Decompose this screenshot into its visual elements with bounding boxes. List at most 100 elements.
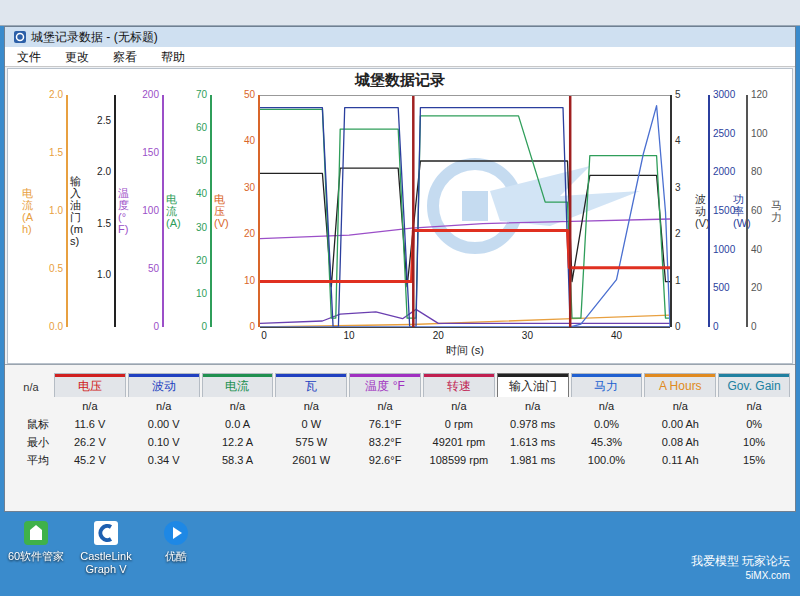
x-axis-tick: 20 bbox=[433, 330, 444, 342]
chart-title: 城堡数据记录 bbox=[8, 69, 792, 91]
castle-link-icon bbox=[91, 518, 121, 548]
axis-tick: 2500 bbox=[713, 128, 735, 140]
stats-cell: 0.11 Ah bbox=[643, 451, 717, 469]
axis-tick: 40 bbox=[244, 135, 255, 147]
axis-tick: 0.0 bbox=[49, 321, 63, 333]
stats-cell: n/a bbox=[570, 397, 644, 415]
axis-tick: 40 bbox=[751, 244, 762, 256]
axis-tick: 30 bbox=[244, 182, 255, 194]
axis-tick: 70 bbox=[196, 89, 207, 101]
series-line bbox=[260, 108, 670, 327]
value-axis: 050010001500200025003000功率 (W) bbox=[708, 95, 746, 327]
watermark-text: 5iMX.com bbox=[746, 569, 790, 582]
desktop: 60软件管家 CastleLink Graph V 优酷 我爱模型 玩家论坛5iMX.… bbox=[0, 512, 800, 596]
stats-cell: 11.6 V bbox=[53, 415, 127, 433]
stats-column-header[interactable]: 输入油门 bbox=[497, 373, 569, 397]
series-group bbox=[260, 109, 670, 318]
stats-column-header[interactable]: 电流 bbox=[202, 373, 274, 397]
marker-line bbox=[412, 96, 415, 328]
axis-tick: 3 bbox=[675, 182, 681, 194]
axis-tick: 3000 bbox=[713, 89, 735, 101]
series-group bbox=[260, 219, 670, 239]
axis-tick: 1.5 bbox=[49, 147, 63, 159]
axis-tick: 120 bbox=[751, 89, 768, 101]
axis-line: 0.00.51.01.52.0 bbox=[35, 95, 68, 327]
menu-item[interactable]: 更改 bbox=[61, 51, 93, 63]
desktop-icon-label[interactable]: CastleLink Graph V bbox=[74, 550, 138, 576]
column-color-strip bbox=[55, 374, 125, 377]
axis-line: 050100150200 bbox=[131, 95, 164, 327]
series-line bbox=[260, 309, 670, 323]
series-line bbox=[260, 219, 670, 239]
chart-panel: 城堡数据记录电流 (Ah)0.00.51.01.52.0输入油门 (ms)1.0… bbox=[7, 68, 793, 364]
plot-area bbox=[260, 95, 670, 327]
shield-app-icon bbox=[21, 518, 51, 548]
stats-column-header[interactable]: 瓦 bbox=[275, 373, 347, 397]
stats-cell: 0.00 Ah bbox=[643, 415, 717, 433]
row-label bbox=[9, 397, 53, 415]
menu-item[interactable]: 文件 bbox=[13, 51, 45, 63]
axis-tick: 4 bbox=[675, 135, 681, 147]
axis-tick: 0 bbox=[713, 321, 719, 333]
stats-cell: 15% bbox=[717, 451, 791, 469]
axis-label: 电流 (Ah) bbox=[22, 187, 33, 235]
axis-tick: 200 bbox=[142, 89, 159, 101]
axis-label: 电流 (A) bbox=[166, 193, 177, 229]
video-app-icon bbox=[161, 518, 191, 548]
axis-line: 01020304050 bbox=[227, 95, 260, 327]
axis-label: 马力 bbox=[771, 199, 782, 223]
column-color-strip bbox=[276, 374, 346, 377]
axis-label: 波动 (V) bbox=[695, 193, 706, 229]
desktop-icon[interactable]: 60软件管家 bbox=[4, 518, 68, 576]
axis-tick: 80 bbox=[751, 166, 762, 178]
value-axis: 电流 (A)010203040506070 bbox=[164, 95, 212, 327]
series-group bbox=[260, 231, 670, 282]
left-axes: 电流 (Ah)0.00.51.01.52.0输入油门 (ms)1.01.52.0… bbox=[20, 95, 260, 327]
x-axis-tick: 10 bbox=[344, 330, 355, 342]
axis-line: 1.01.52.02.5 bbox=[83, 95, 116, 327]
axis-tick: 1000 bbox=[713, 244, 735, 256]
column-label: 温度 °F bbox=[350, 377, 420, 395]
desktop-icon[interactable]: 优酷 bbox=[144, 518, 208, 576]
stats-cell: 0.34 V bbox=[127, 451, 201, 469]
axis-tick: 2000 bbox=[713, 166, 735, 178]
menu-item[interactable]: 帮助 bbox=[157, 51, 189, 63]
stats-column-header[interactable]: 温度 °F bbox=[349, 373, 421, 397]
stats-cell: n/a bbox=[127, 397, 201, 415]
column-label: A Hours bbox=[645, 377, 715, 395]
desktop-icon-label[interactable]: 优酷 bbox=[165, 550, 187, 563]
stats-cell: 0.0 A bbox=[201, 415, 275, 433]
axis-tick: 50 bbox=[244, 89, 255, 101]
menu-item[interactable]: 察看 bbox=[109, 51, 141, 63]
desktop-icon-label[interactable]: 60软件管家 bbox=[8, 550, 64, 563]
stats-cell: 83.2°F bbox=[348, 433, 422, 451]
axis-tick: 10 bbox=[196, 288, 207, 300]
axis-tick: 5 bbox=[675, 89, 681, 101]
stats-cell: 49201 rpm bbox=[422, 433, 496, 451]
stats-cell: 0.08 Ah bbox=[643, 433, 717, 451]
column-label: 电压 bbox=[55, 377, 125, 395]
stats-cell: n/a bbox=[348, 397, 422, 415]
axis-line: 050010001500200025003000 bbox=[708, 95, 731, 327]
stats-column-header[interactable]: A Hours bbox=[644, 373, 716, 397]
axis-tick: 2.0 bbox=[97, 166, 111, 178]
stats-cell: 26.2 V bbox=[53, 433, 127, 451]
axis-tick: 2.5 bbox=[97, 115, 111, 127]
axis-tick: 0 bbox=[675, 321, 681, 333]
series-line bbox=[260, 109, 670, 318]
stats-column-header[interactable]: 电压 bbox=[54, 373, 126, 397]
axis-tick: 20 bbox=[244, 228, 255, 240]
axis-tick: 60 bbox=[751, 205, 762, 217]
forum-watermark: 我爱模型 玩家论坛5iMX.com bbox=[691, 518, 796, 582]
stats-column-header[interactable]: 马力 bbox=[571, 373, 643, 397]
stats-cell: 0.0% bbox=[570, 415, 644, 433]
stats-column-header[interactable]: Gov. Gain bbox=[718, 373, 790, 397]
axis-tick: 1.0 bbox=[49, 205, 63, 217]
desktop-icons: 60软件管家 CastleLink Graph V 优酷 bbox=[4, 518, 208, 576]
axis-tick: 60 bbox=[196, 122, 207, 134]
stats-column-header[interactable]: 波动 bbox=[128, 373, 200, 397]
desktop-icon[interactable]: CastleLink Graph V bbox=[74, 518, 138, 576]
stats-column-header[interactable]: 转速 bbox=[423, 373, 495, 397]
stats-cell: 100.0% bbox=[570, 451, 644, 469]
column-label: 转速 bbox=[424, 377, 494, 395]
